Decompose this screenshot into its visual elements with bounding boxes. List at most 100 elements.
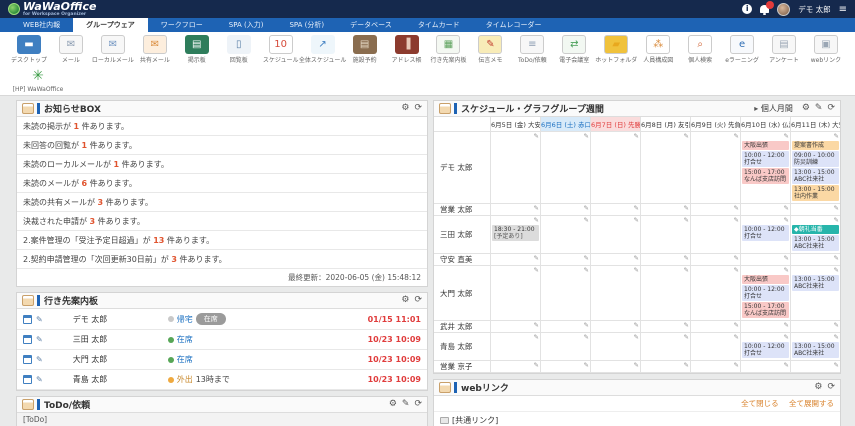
elearning-toolbar-item[interactable]: eeラーニング [721,35,763,64]
cell-edit-icon[interactable]: ✎ [542,267,589,274]
notifications-bell-icon[interactable] [760,5,769,13]
cell-edit-icon[interactable]: ✎ [492,322,539,329]
cell-edit-icon[interactable]: ✎ [692,322,739,329]
nav-tab-4[interactable]: SPA (分析) [276,18,337,32]
settings-gear-icon[interactable]: ⚙ [389,400,397,409]
calendar-icon[interactable] [23,335,32,344]
whereabouts-toolbar-item[interactable]: ▦行き先案内板 [428,35,470,64]
cell-edit-icon[interactable]: ✎ [792,205,839,212]
cell-edit-icon[interactable]: ✎ [742,205,789,212]
schedule-event[interactable]: 13:00 - 15:00ABC社来社 [792,168,839,184]
edit-icon[interactable]: ✎ [815,104,823,113]
cell-edit-icon[interactable]: ✎ [742,133,789,140]
cell-edit-icon[interactable]: ✎ [642,322,689,329]
refresh-icon[interactable]: ⟳ [414,104,422,113]
user-name[interactable]: デモ 太郎 [798,4,830,15]
status-link[interactable]: 外出 [177,374,193,385]
mail-toolbar-item[interactable]: ✉メール [50,35,92,64]
personal-month-link[interactable]: ▸ 個人月間 [754,103,793,114]
status-link[interactable]: 在席 [177,334,193,345]
notice-item[interactable]: 未読の共有メールが 3 件あります。 [17,193,427,212]
cell-edit-icon[interactable]: ✎ [592,255,639,262]
cell-edit-icon[interactable]: ✎ [692,362,739,369]
notice-item[interactable]: 未読のローカルメールが 1 件あります。 [17,155,427,174]
nav-tab-5[interactable]: データベース [337,18,405,32]
cell-edit-icon[interactable]: ✎ [642,362,689,369]
notice-item[interactable]: 2.案件管理の「受注予定日超過」が 13 件あります。 [17,231,427,250]
schedule-event[interactable]: 10:00 - 12:00打合せ [742,225,789,241]
cell-edit-icon[interactable]: ✎ [692,133,739,140]
cell-edit-icon[interactable]: ✎ [742,217,789,224]
cell-edit-icon[interactable]: ✎ [592,205,639,212]
refresh-icon[interactable]: ⟳ [414,400,422,409]
nav-tab-6[interactable]: タイムカード [405,18,473,32]
cell-edit-icon[interactable]: ✎ [592,217,639,224]
schedule-event[interactable]: 13:00 - 15:00ABC社来社 [792,275,839,291]
edit-icon[interactable]: ✎ [36,355,43,364]
notice-item[interactable]: 未読の掲示が 1 件あります。 [17,117,427,136]
facility-toolbar-item[interactable]: ▤施設予約 [344,35,386,64]
cell-edit-icon[interactable]: ✎ [642,255,689,262]
cell-edit-icon[interactable]: ✎ [542,255,589,262]
cell-edit-icon[interactable]: ✎ [542,205,589,212]
schedule-event[interactable]: 18:30 - 21:00[予定あり] [492,225,539,241]
cell-edit-icon[interactable]: ✎ [742,334,789,341]
todo-toolbar-item[interactable]: ≡ToDo/依頼 [511,35,553,64]
schedule-event[interactable]: ◆朝礼当番 [792,225,839,234]
schedule-event[interactable]: 13:00 - 15:00ABC社来社 [792,235,839,251]
cell-edit-icon[interactable]: ✎ [742,362,789,369]
settings-gear-icon[interactable]: ⚙ [814,383,822,392]
person-search-toolbar-item[interactable]: ⌕個人検索 [679,35,721,64]
edit-icon[interactable]: ✎ [402,400,410,409]
cell-edit-icon[interactable]: ✎ [592,322,639,329]
shared-mail-toolbar-item[interactable]: ✉共有メール [134,35,176,64]
nav-tab-2[interactable]: ワークフロー [148,18,216,32]
schedule-event[interactable]: 大阪出張 [742,275,789,284]
circular-toolbar-item[interactable]: ▯回覧板 [218,35,260,64]
nav-tab-1[interactable]: グループウェア [73,18,148,32]
cell-edit-icon[interactable]: ✎ [642,267,689,274]
cell-edit-icon[interactable]: ✎ [742,322,789,329]
cell-edit-icon[interactable]: ✎ [692,267,739,274]
desktop-toolbar-item[interactable]: ▬デスクトップ [8,35,50,64]
cell-edit-icon[interactable]: ✎ [492,334,539,341]
status-link[interactable]: 帰宅 [177,314,193,325]
schedule-toolbar-item[interactable]: 10スケジュール [260,35,302,64]
meeting-room-toolbar-item[interactable]: ⇄電子会議室 [553,35,595,64]
cell-edit-icon[interactable]: ✎ [692,205,739,212]
schedule-event[interactable]: 13:00 - 15:00社内作業 [792,185,839,201]
schedule-event[interactable]: 大阪出張 [742,141,789,150]
bulletin-board-toolbar-item[interactable]: ▤掲示板 [176,35,218,64]
cell-edit-icon[interactable]: ✎ [792,133,839,140]
notice-item[interactable]: 未読のメールが 6 件あります。 [17,174,427,193]
org-chart-toolbar-item[interactable]: ⁂人員構成図 [637,35,679,64]
menu-icon[interactable]: ≡ [839,4,847,15]
schedule-event[interactable]: 15:00 - 17:00なんば支店訪問 [742,168,789,184]
cell-edit-icon[interactable]: ✎ [592,334,639,341]
cell-edit-icon[interactable]: ✎ [592,267,639,274]
user-avatar[interactable] [777,3,790,16]
cell-edit-icon[interactable]: ✎ [742,255,789,262]
cell-edit-icon[interactable]: ✎ [492,267,539,274]
cell-edit-icon[interactable]: ✎ [692,217,739,224]
info-icon[interactable]: i [742,4,752,14]
nav-tab-0[interactable]: WEB社内報 [10,18,73,32]
cell-edit-icon[interactable]: ✎ [642,217,689,224]
cell-edit-icon[interactable]: ✎ [542,362,589,369]
status-link[interactable]: 在席 [177,354,193,365]
cell-edit-icon[interactable]: ✎ [642,334,689,341]
edit-icon[interactable]: ✎ [36,335,43,344]
cell-edit-icon[interactable]: ✎ [792,217,839,224]
notice-item[interactable]: 未回答の回覧が 1 件あります。 [17,136,427,155]
expand-all-link[interactable]: 全て展開する [789,399,834,408]
notice-item[interactable]: 決裁された申請が 3 件あります。 [17,212,427,231]
schedule-event[interactable]: 提案書作成 [792,141,839,150]
all-schedule-toolbar-item[interactable]: ↗全体スケジュール [302,35,344,64]
settings-gear-icon[interactable]: ⚙ [401,104,409,113]
schedule-event[interactable]: 10:00 - 12:00打合せ [742,151,789,167]
cell-edit-icon[interactable]: ✎ [642,133,689,140]
cell-edit-icon[interactable]: ✎ [592,362,639,369]
schedule-event[interactable]: 09:00 - 10:00防災訓練 [792,151,839,167]
address-book-toolbar-item[interactable]: ▐アドレス帳 [386,35,428,64]
survey-toolbar-item[interactable]: ▤アンケート [763,35,805,64]
